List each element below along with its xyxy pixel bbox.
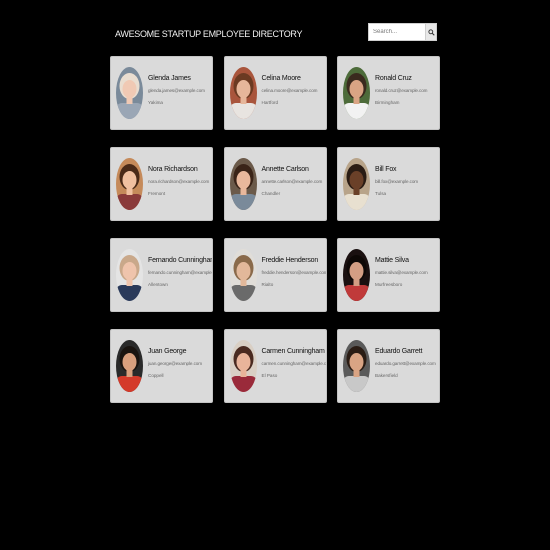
employee-name: Carmen Cunningham <box>261 348 325 355</box>
employee-card[interactable]: Celina Moore celina.moore@example.com Ha… <box>223 56 327 130</box>
employee-email: bill.fox@example.com <box>375 179 419 184</box>
employee-grid: Glenda James glenda.james@example.com Ya… <box>110 56 440 403</box>
employee-name: Fernando Cunningham <box>148 257 213 264</box>
employee-email: carmen.cunningham@example.com <box>261 361 327 366</box>
employee-city: Hartford <box>261 100 279 105</box>
employee-email: celina.moore@example.com <box>261 88 318 93</box>
employee-name: Mattie Silva <box>375 257 409 264</box>
employee-card[interactable]: Nora Richardson nora.richardson@example.… <box>110 147 213 221</box>
employee-city: El Paso <box>261 373 278 378</box>
employee-city: Chandler <box>261 191 281 196</box>
employee-city: Allentown <box>148 282 168 287</box>
employee-name: Eduardo Garrett <box>375 348 423 355</box>
employee-info: Mattie Silva mattie.silva@example.com Mu… <box>375 256 439 288</box>
employee-avatar <box>229 158 257 210</box>
employee-email: fernando.cunningham@example.com <box>148 270 212 275</box>
employee-avatar <box>116 249 143 301</box>
employee-name: Freddie Henderson <box>261 257 319 264</box>
employee-card[interactable]: Freddie Henderson freddie.henderson@exam… <box>223 238 327 312</box>
employee-avatar <box>116 67 143 119</box>
employee-email: freddie.henderson@example.com <box>261 270 327 275</box>
page: AWESOME STARTUP EMPLOYEE DIRECTORY Glend… <box>0 0 550 550</box>
employee-card[interactable]: Carmen Cunningham carmen.cunningham@exam… <box>223 329 327 403</box>
employee-avatar <box>343 67 370 119</box>
employee-info: Celina Moore celina.moore@example.com Ha… <box>261 74 326 106</box>
employee-info: Annette Carlson annette.carlson@example.… <box>261 165 326 197</box>
employee-avatar <box>116 340 143 392</box>
employee-city: Fremont <box>148 191 166 196</box>
employee-avatar <box>116 158 143 210</box>
employee-info: Carmen Cunningham carmen.cunningham@exam… <box>261 347 327 379</box>
employee-name: Nora Richardson <box>148 166 198 173</box>
search-button[interactable] <box>426 23 437 41</box>
employee-city: Bakersfield <box>375 373 398 378</box>
employee-city: Murfreesboro <box>375 282 403 287</box>
employee-city: Birmingham <box>375 100 400 105</box>
employee-info: Fernando Cunningham fernando.cunningham@… <box>148 256 213 288</box>
employee-avatar <box>229 67 257 119</box>
employee-avatar <box>343 340 370 392</box>
employee-email: glenda.james@example.com <box>148 88 205 93</box>
employee-email: mattie.silva@example.com <box>375 270 428 275</box>
employee-name: Bill Fox <box>375 166 397 173</box>
employee-name: Juan George <box>148 348 187 355</box>
employee-avatar <box>343 158 370 210</box>
page-title: AWESOME STARTUP EMPLOYEE DIRECTORY <box>115 29 303 39</box>
employee-info: Glenda James glenda.james@example.com Ya… <box>148 74 212 106</box>
employee-info: Ronald Cruz ronald.cruz@example.com Birm… <box>375 74 439 106</box>
employee-avatar <box>343 249 370 301</box>
employee-name: Glenda James <box>148 75 191 82</box>
employee-card[interactable]: Mattie Silva mattie.silva@example.com Mu… <box>337 238 440 312</box>
employee-card[interactable]: Bill Fox bill.fox@example.com Tulsa <box>337 147 440 221</box>
search-icon <box>427 28 435 36</box>
employee-avatar <box>229 340 257 392</box>
employee-info: Juan George juan.george@example.com Copp… <box>148 347 212 379</box>
employee-city: Yakima <box>148 100 163 105</box>
employee-email: annette.carlson@example.com <box>261 179 323 184</box>
employee-card[interactable]: Ronald Cruz ronald.cruz@example.com Birm… <box>337 56 440 130</box>
search-form <box>368 23 438 41</box>
employee-city: Rialto <box>261 282 274 287</box>
employee-email: eduardo.garrett@example.com <box>375 361 436 366</box>
employee-info: Freddie Henderson freddie.henderson@exam… <box>261 256 327 288</box>
employee-name: Ronald Cruz <box>375 75 412 82</box>
employee-city: Tulsa <box>375 191 387 196</box>
employee-card[interactable]: Juan George juan.george@example.com Copp… <box>110 329 213 403</box>
employee-card[interactable]: Fernando Cunningham fernando.cunningham@… <box>110 238 213 312</box>
employee-name: Annette Carlson <box>261 166 309 173</box>
employee-info: Bill Fox bill.fox@example.com Tulsa <box>375 165 439 197</box>
search-input[interactable] <box>368 23 426 41</box>
employee-city: Coppell <box>148 373 164 378</box>
employee-card[interactable]: Eduardo Garrett eduardo.garrett@example.… <box>337 329 440 403</box>
employee-info: Nora Richardson nora.richardson@example.… <box>148 165 212 197</box>
employee-email: nora.richardson@example.com <box>148 179 210 184</box>
employee-avatar <box>229 249 257 301</box>
employee-email: ronald.cruz@example.com <box>375 88 428 93</box>
employee-email: juan.george@example.com <box>148 361 202 366</box>
employee-info: Eduardo Garrett eduardo.garrett@example.… <box>375 347 439 379</box>
employee-name: Celina Moore <box>261 75 301 82</box>
employee-card[interactable]: Annette Carlson annette.carlson@example.… <box>223 147 327 221</box>
employee-card[interactable]: Glenda James glenda.james@example.com Ya… <box>110 56 213 130</box>
